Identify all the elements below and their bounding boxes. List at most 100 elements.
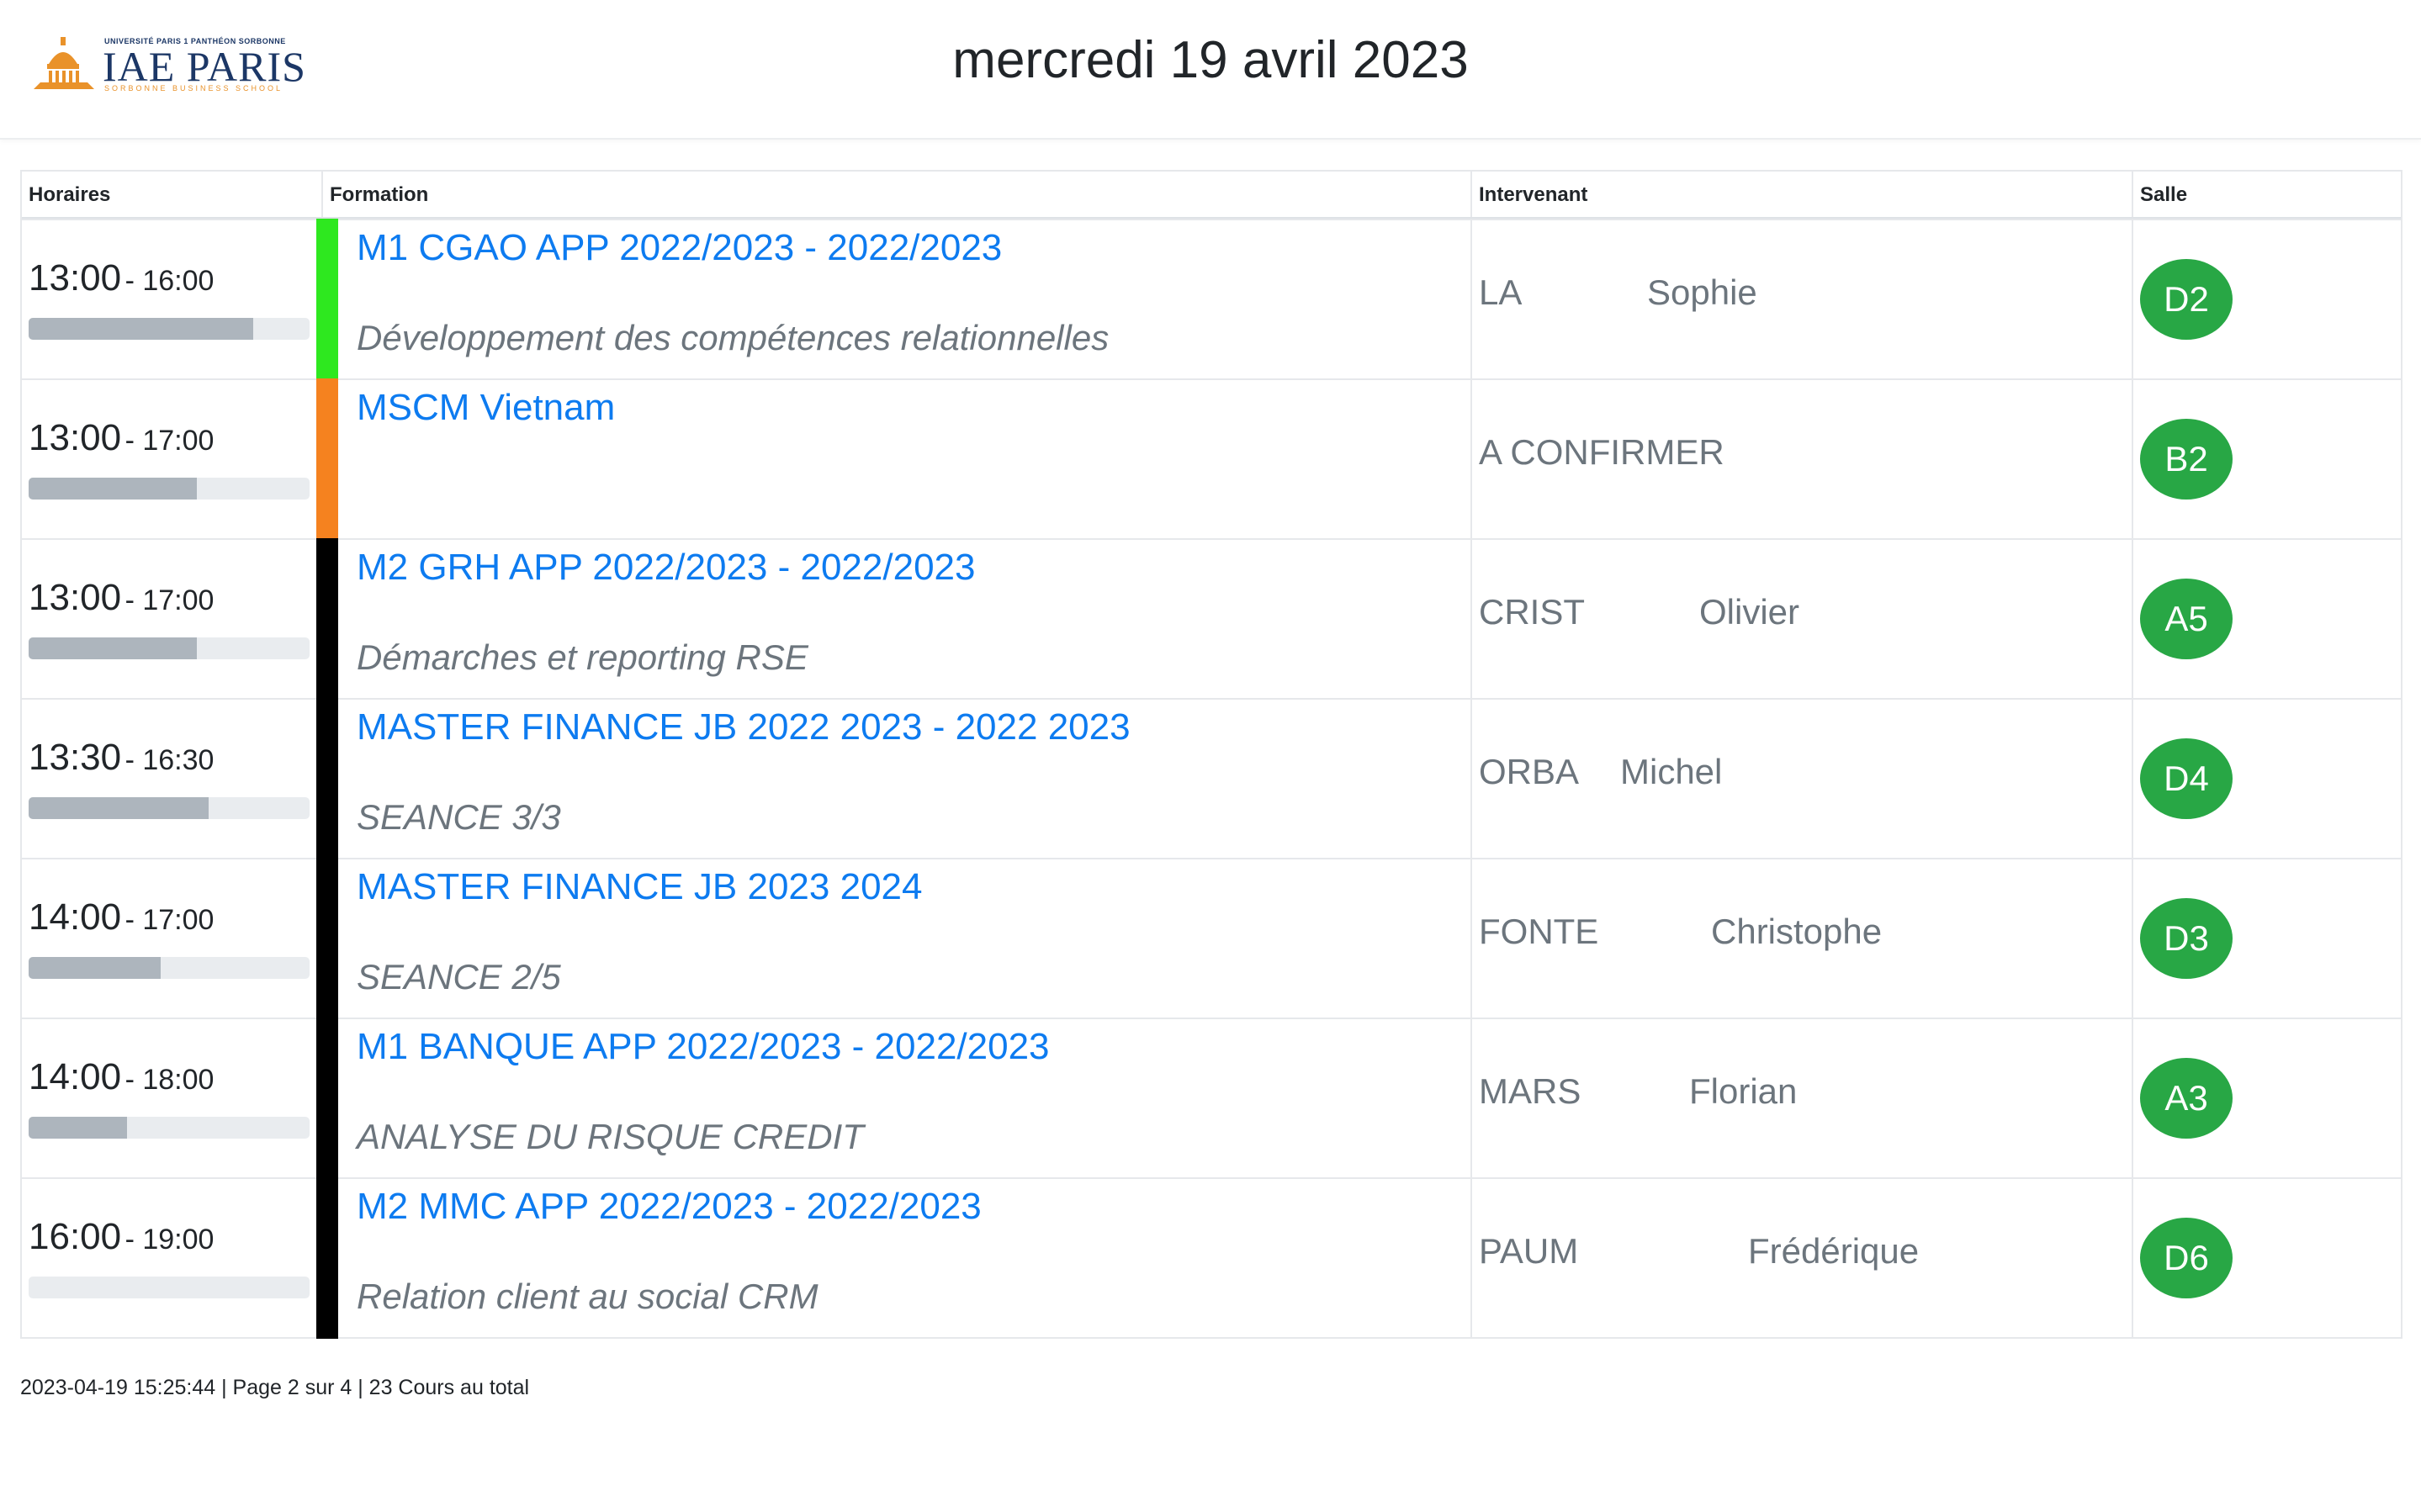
table-row: 13:00 - 17:00 MSCM Vietnam A CONFIRMER B2 bbox=[22, 378, 2401, 540]
room-badge: A3 bbox=[2140, 1058, 2233, 1139]
room-cell: D3 bbox=[2133, 859, 2401, 1018]
teacher-cell: A CONFIRMER bbox=[1472, 380, 2133, 538]
teacher-first-name: Frédérique bbox=[1748, 1231, 1920, 1271]
teacher-first-name: Christophe bbox=[1711, 912, 1883, 951]
table-row: 16:00 - 19:00 M2 MMC APP 2022/2023 - 2022… bbox=[22, 1177, 2401, 1339]
formation-cell: MASTER FINANCE JB 2023 2024 SEANCE 2/5 bbox=[316, 858, 1472, 1019]
page-title: mercredi 19 avril 2023 bbox=[952, 31, 1469, 89]
formation-cell: MASTER FINANCE JB 2022 2023 - 2022 2023 S… bbox=[316, 698, 1472, 859]
course-description: SEANCE 2/5 bbox=[357, 957, 561, 997]
session-progress-fill bbox=[29, 637, 198, 659]
course-name[interactable]: MASTER FINANCE JB 2023 2024 bbox=[357, 866, 1470, 908]
session-progress-fill bbox=[29, 478, 198, 500]
time-cell: 13:00 - 17:00 bbox=[22, 540, 323, 698]
time-cell: 13:00 - 16:00 bbox=[22, 220, 323, 378]
column-header-formation: Formation bbox=[323, 172, 1472, 217]
formation-color-stripe bbox=[316, 538, 338, 700]
session-progress-fill bbox=[29, 318, 254, 340]
room-badge: A5 bbox=[2140, 579, 2233, 659]
teacher-cell: FONTE Christophe bbox=[1472, 859, 2133, 1018]
start-time: 14:00 bbox=[29, 1056, 122, 1097]
course-name[interactable]: M2 MMC APP 2022/2023 - 2022/2023 bbox=[357, 1186, 1470, 1228]
session-progress bbox=[29, 478, 310, 500]
formation-cell: M1 CGAO APP 2022/2023 - 2022/2023 Dévelop… bbox=[316, 219, 1472, 380]
session-progress bbox=[29, 637, 310, 659]
teacher-first-name: Michel bbox=[1620, 752, 1723, 791]
end-time: - 16:00 bbox=[124, 265, 215, 297]
schedule-table: Horaires Formation Intervenant Salle 13:… bbox=[20, 170, 2402, 1339]
formation-cell: M2 MMC APP 2022/2023 - 2022/2023 Relation… bbox=[316, 1177, 1472, 1339]
session-progress-fill bbox=[29, 1117, 127, 1139]
room-badge: D2 bbox=[2140, 259, 2233, 340]
end-time: - 19:00 bbox=[124, 1224, 215, 1256]
start-time: 13:00 bbox=[29, 257, 122, 299]
table-row: 13:00 - 17:00 M2 GRH APP 2022/2023 - 2022… bbox=[22, 538, 2401, 700]
table-row: 14:00 - 17:00 MASTER FINANCE JB 2023 2024… bbox=[22, 858, 2401, 1019]
course-name[interactable]: M1 CGAO APP 2022/2023 - 2022/2023 bbox=[357, 227, 1470, 269]
end-time: - 16:30 bbox=[124, 744, 215, 776]
start-time: 13:00 bbox=[29, 417, 122, 458]
time-cell: 14:00 - 18:00 bbox=[22, 1019, 323, 1177]
teacher-cell: ORBA Michel bbox=[1472, 700, 2133, 858]
room-badge: D3 bbox=[2140, 898, 2233, 979]
table-body: 13:00 - 16:00 M1 CGAO APP 2022/2023 - 202… bbox=[22, 219, 2401, 1339]
formation-color-stripe bbox=[316, 378, 338, 540]
start-time: 13:00 bbox=[29, 577, 122, 618]
formation-color-stripe bbox=[316, 858, 338, 1019]
teacher-cell: LA Sophie bbox=[1472, 220, 2133, 378]
room-cell: D4 bbox=[2133, 700, 2401, 858]
session-progress bbox=[29, 957, 310, 979]
end-time: - 17:00 bbox=[124, 425, 215, 457]
teacher-last-name: PAUM bbox=[1479, 1231, 1579, 1271]
session-progress-fill bbox=[29, 797, 209, 819]
table-row: 14:00 - 18:00 M1 BANQUE APP 2022/2023 - 2… bbox=[22, 1018, 2401, 1179]
room-cell: A5 bbox=[2133, 540, 2401, 698]
course-name[interactable]: M2 GRH APP 2022/2023 - 2022/2023 bbox=[357, 547, 1470, 589]
formation-cell: M1 BANQUE APP 2022/2023 - 2022/2023 ANALY… bbox=[316, 1018, 1472, 1179]
table-row: 13:00 - 16:00 M1 CGAO APP 2022/2023 - 202… bbox=[22, 219, 2401, 380]
session-progress bbox=[29, 797, 310, 819]
formation-color-stripe bbox=[316, 698, 338, 859]
start-time: 13:30 bbox=[29, 737, 122, 778]
teacher-first-name: Sophie bbox=[1647, 272, 1757, 312]
course-description: Développement des compétences relationne… bbox=[357, 318, 1110, 357]
time-cell: 13:30 - 16:30 bbox=[22, 700, 323, 858]
table-header: Horaires Formation Intervenant Salle bbox=[22, 172, 2401, 219]
session-progress-fill bbox=[29, 957, 161, 979]
teacher-cell: PAUM Frédérique bbox=[1472, 1179, 2133, 1337]
formation-color-stripe bbox=[316, 1177, 338, 1339]
course-name[interactable]: MSCM Vietnam bbox=[357, 387, 1470, 429]
teacher-last-name: LA bbox=[1479, 272, 1523, 312]
course-description: Relation client au social CRM bbox=[357, 1277, 818, 1316]
teacher-first-name: Florian bbox=[1689, 1071, 1798, 1111]
session-progress bbox=[29, 318, 310, 340]
teacher-last-name: MARS bbox=[1479, 1071, 1581, 1111]
page-header: UNIVERSITÉ PARIS 1 PANTHÉON SORBONNE IAE… bbox=[0, 0, 2421, 140]
formation-cell: M2 GRH APP 2022/2023 - 2022/2023 Démarche… bbox=[316, 538, 1472, 700]
teacher-last-name: ORBA bbox=[1479, 752, 1580, 791]
end-time: - 17:00 bbox=[124, 904, 215, 936]
session-progress bbox=[29, 1277, 310, 1298]
column-header-salle: Salle bbox=[2140, 183, 2188, 206]
column-header-horaires: Horaires bbox=[22, 172, 323, 217]
room-badge: D4 bbox=[2140, 738, 2233, 819]
time-cell: 14:00 - 17:00 bbox=[22, 859, 323, 1018]
room-cell: B2 bbox=[2133, 380, 2401, 538]
course-description: Démarches et reporting RSE bbox=[357, 637, 808, 677]
time-cell: 16:00 - 19:00 bbox=[22, 1179, 323, 1337]
course-name[interactable]: MASTER FINANCE JB 2022 2023 - 2022 2023 bbox=[357, 706, 1470, 748]
room-cell: D6 bbox=[2133, 1179, 2401, 1337]
end-time: - 17:00 bbox=[124, 584, 215, 616]
start-time: 16:00 bbox=[29, 1216, 122, 1257]
formation-cell: MSCM Vietnam bbox=[316, 378, 1472, 540]
table-row: 13:30 - 16:30 MASTER FINANCE JB 2022 2023… bbox=[22, 698, 2401, 859]
column-header-intervenant: Intervenant bbox=[1472, 172, 2133, 217]
teacher-last-name: A CONFIRMER bbox=[1479, 432, 1724, 472]
teacher-last-name: CRIST bbox=[1479, 592, 1585, 632]
room-cell: D2 bbox=[2133, 220, 2401, 378]
teacher-cell: CRIST Olivier bbox=[1472, 540, 2133, 698]
course-description: SEANCE 3/3 bbox=[357, 797, 561, 837]
course-name[interactable]: M1 BANQUE APP 2022/2023 - 2022/2023 bbox=[357, 1026, 1470, 1068]
teacher-last-name: FONTE bbox=[1479, 912, 1599, 951]
teacher-first-name: Olivier bbox=[1699, 592, 1800, 632]
